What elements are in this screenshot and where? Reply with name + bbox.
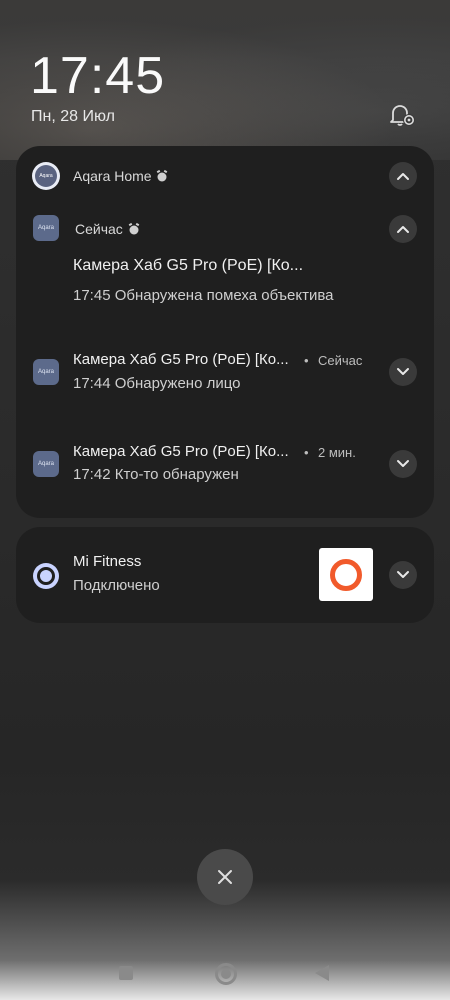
- alarm-icon: [128, 222, 140, 235]
- notification-title[interactable]: Камера Хаб G5 Pro (PoE) [Ко...: [73, 257, 303, 275]
- aqara-notification-icon: Aqara: [33, 451, 59, 477]
- recents-button[interactable]: [119, 966, 133, 980]
- mi-fitness-status: Подключено: [73, 577, 160, 594]
- aqara-app-icon: Aqara: [32, 162, 60, 190]
- bell-gear-icon[interactable]: [388, 102, 416, 128]
- chevron-down-icon: [397, 368, 409, 375]
- aqara-app-name: Aqara Home: [73, 168, 152, 184]
- notification-collapse-button[interactable]: [389, 215, 417, 243]
- notification-title[interactable]: Камера Хаб G5 Pro (PoE) [Ко...: [73, 351, 289, 368]
- mi-fitness-app-icon: [33, 563, 59, 589]
- notification-expand-button[interactable]: [389, 450, 417, 478]
- notification-expand-button[interactable]: [389, 358, 417, 386]
- chevron-up-icon: [397, 173, 409, 180]
- clock: 17:45: [30, 47, 166, 105]
- notification-time: Сейчас: [75, 221, 123, 237]
- back-button[interactable]: [315, 965, 329, 981]
- close-icon: [218, 870, 232, 884]
- mi-fitness-expand-button[interactable]: [389, 561, 417, 589]
- alarm-icon: [156, 169, 168, 182]
- notification-time: 2 мин.: [318, 445, 356, 460]
- chevron-down-icon: [397, 571, 409, 578]
- aqara-notification-group[interactable]: [16, 146, 434, 518]
- notification-body: 17:45 Обнаружена помеха объектива: [73, 287, 334, 304]
- notification-body: 17:42 Кто-то обнаружен: [73, 466, 239, 483]
- separator-dot: •: [304, 353, 309, 368]
- date: Пн, 28 Июл: [31, 108, 115, 125]
- aqara-notification-icon: Aqara: [33, 359, 59, 385]
- mi-fitness-app-name: Mi Fitness: [73, 553, 142, 570]
- notification-time: Сейчас: [318, 353, 363, 368]
- separator-dot: •: [304, 445, 309, 460]
- aqara-notification-icon: Aqara: [33, 215, 59, 241]
- group-collapse-button[interactable]: [389, 162, 417, 190]
- home-button[interactable]: [215, 963, 237, 985]
- chevron-down-icon: [397, 460, 409, 467]
- circle-icon: [221, 969, 231, 979]
- mi-fitness-thumbnail: [319, 548, 373, 601]
- clear-all-button[interactable]: [197, 849, 253, 905]
- notification-body: 17:44 Обнаружено лицо: [73, 375, 241, 392]
- chevron-up-icon: [397, 226, 409, 233]
- notification-title[interactable]: Камера Хаб G5 Pro (PoE) [Ко...: [73, 443, 289, 460]
